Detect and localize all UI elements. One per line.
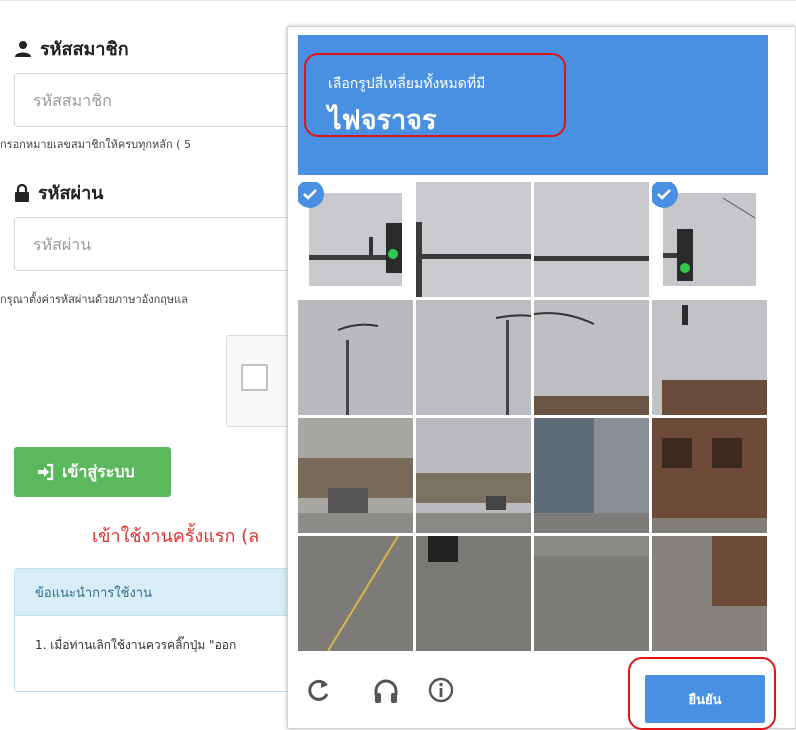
image-tile[interactable] <box>652 418 767 533</box>
top-divider <box>0 0 796 5</box>
reload-button[interactable] <box>306 677 332 703</box>
image-tile[interactable] <box>298 182 413 297</box>
password-input[interactable] <box>14 217 314 271</box>
instruction-highlight-box <box>304 53 566 137</box>
traffic-light-image <box>309 193 402 286</box>
member-id-label-text: รหัสสมาชิก <box>40 39 129 60</box>
password-label: รหัสผ่าน <box>14 178 103 207</box>
image-tile[interactable] <box>534 536 649 651</box>
audio-icon <box>374 679 398 703</box>
image-tile[interactable] <box>416 182 531 297</box>
lock-icon <box>15 183 29 202</box>
street-image <box>534 418 649 533</box>
recaptcha-challenge: เลือกรูปสี่เหลี่ยมทั้งหมดที่มี ไฟจราจร ย… <box>287 26 796 730</box>
image-tile[interactable] <box>416 300 531 415</box>
image-tile[interactable] <box>652 536 767 651</box>
member-id-label: รหัสสมาชิก <box>14 34 129 63</box>
road-image <box>534 536 649 651</box>
audio-challenge-button[interactable] <box>372 677 400 705</box>
image-tile[interactable] <box>652 300 767 415</box>
info-icon <box>428 677 454 703</box>
traffic-light-image <box>663 193 756 286</box>
user-icon <box>15 40 31 57</box>
password-label-text: รหัสผ่าน <box>38 183 104 204</box>
image-tile[interactable] <box>652 182 767 297</box>
street-image <box>534 300 649 415</box>
street-image <box>298 418 413 533</box>
street-image <box>652 300 767 415</box>
password-help: กรุณาตั้งค่ารหัสผ่านด้วยภาษาอังกฤษแล <box>0 293 189 306</box>
recaptcha-widget <box>226 335 296 427</box>
first-use-link[interactable]: เข้าใช้งานครั้งแรก (ล <box>92 521 259 550</box>
image-tile[interactable] <box>298 300 413 415</box>
recaptcha-checkbox[interactable] <box>241 364 268 391</box>
road-image <box>298 536 413 651</box>
sign-in-icon <box>38 463 54 481</box>
street-image <box>652 418 767 533</box>
street-image <box>298 300 413 415</box>
reload-icon <box>308 679 329 701</box>
road-image <box>416 536 531 651</box>
image-tile[interactable] <box>534 182 649 297</box>
image-grid <box>298 182 768 652</box>
member-id-help: กรอกหมายเลขสมาชิกให้ครบทุกหลัก ( 5 <box>0 138 191 151</box>
image-tile[interactable] <box>298 418 413 533</box>
road-image <box>652 536 767 651</box>
street-image <box>416 418 531 533</box>
help-button[interactable] <box>428 677 454 703</box>
member-id-input[interactable] <box>14 73 314 127</box>
image-tile[interactable] <box>298 536 413 651</box>
sky-image <box>416 182 531 297</box>
verify-highlight-box <box>628 657 776 730</box>
login-button[interactable]: เข้าสู่ระบบ <box>14 447 171 497</box>
image-tile[interactable] <box>416 536 531 651</box>
login-button-label: เข้าสู่ระบบ <box>62 461 135 481</box>
sky-image <box>534 182 649 297</box>
image-tile[interactable] <box>534 418 649 533</box>
street-image <box>416 300 531 415</box>
image-tile[interactable] <box>534 300 649 415</box>
image-tile[interactable] <box>416 418 531 533</box>
